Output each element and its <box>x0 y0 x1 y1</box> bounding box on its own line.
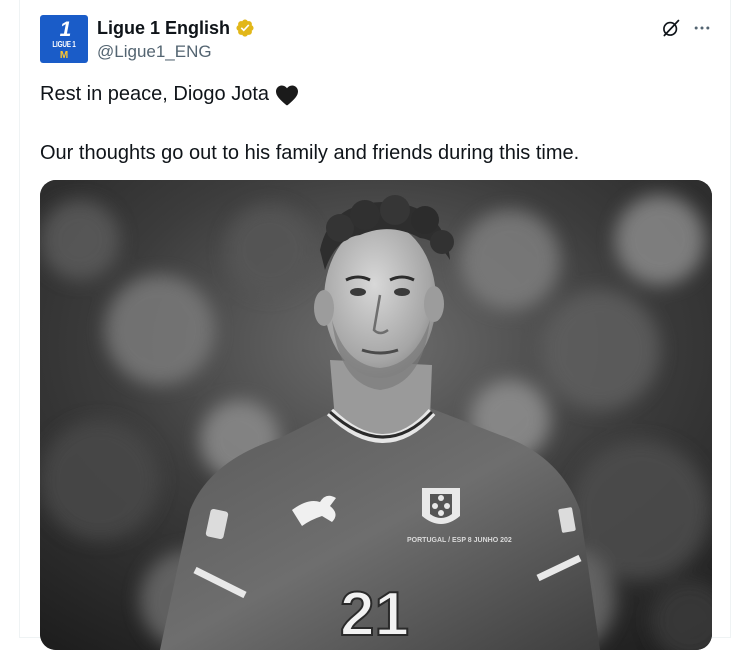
tweet-text-rip: Rest in peace, Diogo Jota <box>40 83 270 105</box>
jersey-print: PORTUGAL / ESP 8 JUNHO 202 <box>407 537 512 544</box>
jersey-number: 21 <box>340 580 409 649</box>
more-icon[interactable] <box>692 18 712 38</box>
tweet-media-photo[interactable]: PORTUGAL / ESP 8 JUNHO 202 21 <box>40 180 712 650</box>
author-name-row: Ligue 1 English <box>97 16 255 40</box>
black-heart-icon <box>276 85 299 105</box>
author-avatar[interactable]: 1 LIGUE 1 M <box>40 15 88 63</box>
verified-badge-icon <box>236 19 254 37</box>
author-handle[interactable]: @Ligue1_ENG <box>97 42 212 62</box>
tweet-text-line2: Our thoughts go out to his family and fr… <box>40 142 580 164</box>
grok-icon[interactable] <box>661 18 681 38</box>
avatar-sponsor: M <box>59 50 69 61</box>
tweet-text-line1: Rest in peace, Diogo Jota <box>40 83 299 106</box>
portugal-crest-icon <box>422 488 460 524</box>
avatar-number: 1 <box>59 18 72 41</box>
author-display-name[interactable]: Ligue 1 English <box>97 18 230 39</box>
player-photo: PORTUGAL / ESP 8 JUNHO 202 21 <box>40 180 712 650</box>
avatar-brand: LIGUE 1 <box>52 40 76 49</box>
